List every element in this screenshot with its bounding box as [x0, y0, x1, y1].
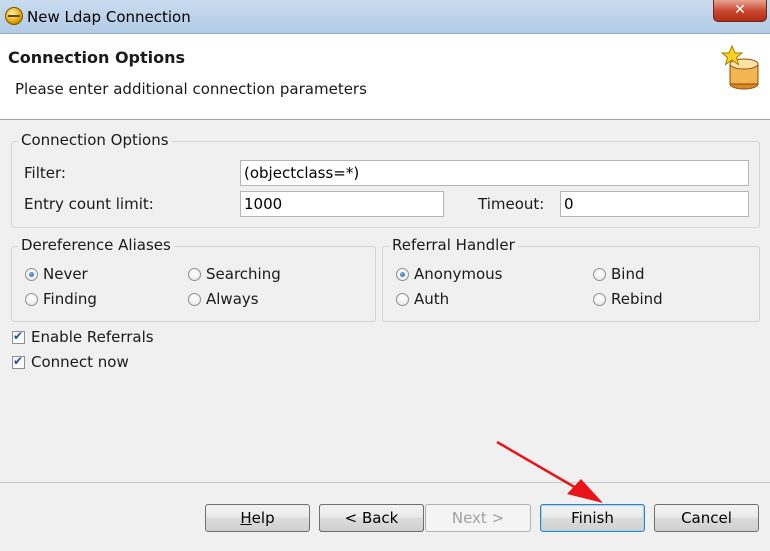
checkbox-box[interactable] — [12, 329, 25, 344]
radio-label: Auth — [414, 290, 450, 308]
radio-button[interactable] — [593, 293, 606, 306]
filter-label: Filter: — [24, 164, 66, 182]
timeout-label: Timeout: — [478, 195, 545, 213]
radio-deref-never[interactable]: Never — [25, 265, 125, 285]
dereference-aliases-legend: Dereference Aliases — [18, 236, 174, 254]
radio-deref-always[interactable]: Always — [188, 290, 288, 310]
page-subtitle: Please enter additional connection param… — [15, 80, 367, 98]
database-star-icon — [720, 44, 759, 90]
radio-button[interactable] — [396, 268, 409, 281]
checkbox-label: Connect now — [31, 353, 129, 371]
back-button[interactable]: < Back — [319, 504, 424, 532]
title-bar: New Ldap Connection ✕ — [0, 0, 770, 34]
referral-handler-legend: Referral Handler — [389, 236, 518, 254]
radio-referral-auth[interactable]: Auth — [396, 290, 476, 310]
radio-label: Always — [206, 290, 259, 308]
entry-count-label: Entry count limit: — [24, 195, 154, 213]
radio-button[interactable] — [188, 293, 201, 306]
enable-referrals-checkbox[interactable]: Enable Referrals — [12, 328, 162, 348]
next-button[interactable]: Next > — [425, 504, 531, 532]
radio-button[interactable] — [25, 293, 38, 306]
radio-button[interactable] — [396, 293, 409, 306]
entry-count-input[interactable] — [240, 191, 444, 217]
connection-options-legend: Connection Options — [18, 131, 172, 149]
checkbox-label: Enable Referrals — [31, 328, 154, 346]
radio-referral-bind[interactable]: Bind — [593, 265, 673, 285]
window-title: New Ldap Connection — [27, 8, 191, 26]
radio-deref-finding[interactable]: Finding — [25, 290, 125, 310]
checkbox-box[interactable] — [12, 354, 25, 369]
radio-label: Finding — [43, 290, 97, 308]
wizard-header: Connection Options Please enter addition… — [0, 34, 770, 120]
radio-label: Never — [43, 265, 88, 283]
radio-label: Anonymous — [414, 265, 503, 283]
app-icon — [5, 7, 23, 25]
radio-label: Searching — [206, 265, 281, 283]
footer-divider — [0, 482, 770, 483]
radio-deref-searching[interactable]: Searching — [188, 265, 308, 285]
close-button[interactable]: ✕ — [713, 0, 767, 22]
radio-referral-rebind[interactable]: Rebind — [593, 290, 683, 310]
radio-label: Bind — [611, 265, 645, 283]
connect-now-checkbox[interactable]: Connect now — [12, 353, 142, 373]
timeout-input[interactable] — [560, 191, 749, 217]
help-button[interactable]: Help — [205, 504, 310, 532]
filter-input[interactable] — [240, 160, 749, 186]
finish-button[interactable]: Finish — [540, 504, 645, 532]
radio-button[interactable] — [593, 268, 606, 281]
radio-button[interactable] — [25, 268, 38, 281]
cancel-button[interactable]: Cancel — [654, 504, 759, 532]
radio-referral-anonymous[interactable]: Anonymous — [396, 265, 516, 285]
radio-label: Rebind — [611, 290, 663, 308]
radio-button[interactable] — [188, 268, 201, 281]
page-title: Connection Options — [8, 48, 186, 67]
